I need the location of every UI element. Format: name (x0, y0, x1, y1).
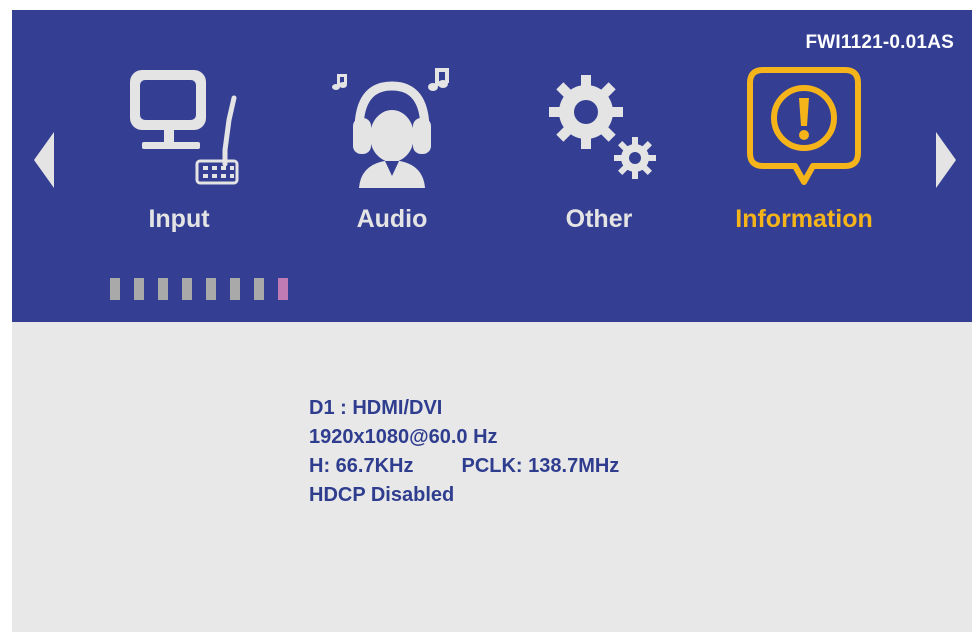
nav-left-arrow[interactable] (34, 132, 54, 188)
osd-window: FWI1121-0.01AS Input Audio Other Informa… (12, 10, 972, 632)
monitor-icon (130, 70, 239, 185)
menu-item-information[interactable]: Information (709, 60, 899, 250)
page-indicator-bar (206, 278, 216, 300)
page-indicator-bar (230, 278, 240, 300)
menu-item-audio[interactable]: Audio (297, 60, 487, 250)
resolution: 1920x1080@60.0 Hz (309, 426, 498, 448)
input-source: D1 : HDMI/DVI (309, 397, 443, 419)
page-indicator-bar (182, 278, 192, 300)
menu-item-input[interactable]: Input (84, 60, 274, 250)
menu-item-label: Input (148, 205, 210, 233)
menu-item-label: Information (735, 205, 873, 233)
h-frequency: H: 66.7KHz (309, 455, 414, 477)
menu-item-label: Other (565, 205, 633, 233)
hdcp-status: HDCP Disabled (309, 484, 455, 506)
model-id: FWI1121-0.01AS (805, 32, 954, 53)
page-indicator-bar (110, 278, 120, 300)
info-panel: D1 : HDMI/DVI 1920x1080@60.0 Hz H: 66.7K… (12, 322, 972, 632)
osd-header: FWI1121-0.01AS Input Audio Other Informa… (12, 10, 972, 322)
page-indicator-bar (158, 278, 168, 300)
info-bubble-icon (747, 67, 861, 185)
frequency-line: H: 66.7KHz PCLK: 138.7MHz (309, 452, 619, 481)
headphones-icon (332, 68, 449, 188)
signal-info: D1 : HDMI/DVI 1920x1080@60.0 Hz H: 66.7K… (309, 394, 619, 510)
menu-item-other[interactable]: Other (504, 60, 694, 250)
menu-item-label: Audio (356, 205, 428, 233)
page-indicator-bar-active (278, 278, 288, 300)
gears-icon (549, 75, 656, 179)
nav-right-arrow[interactable] (936, 132, 956, 188)
page-indicator-bar (134, 278, 144, 300)
page-indicator-bar (254, 278, 264, 300)
pixel-clock: PCLK: 138.7MHz (461, 455, 620, 477)
